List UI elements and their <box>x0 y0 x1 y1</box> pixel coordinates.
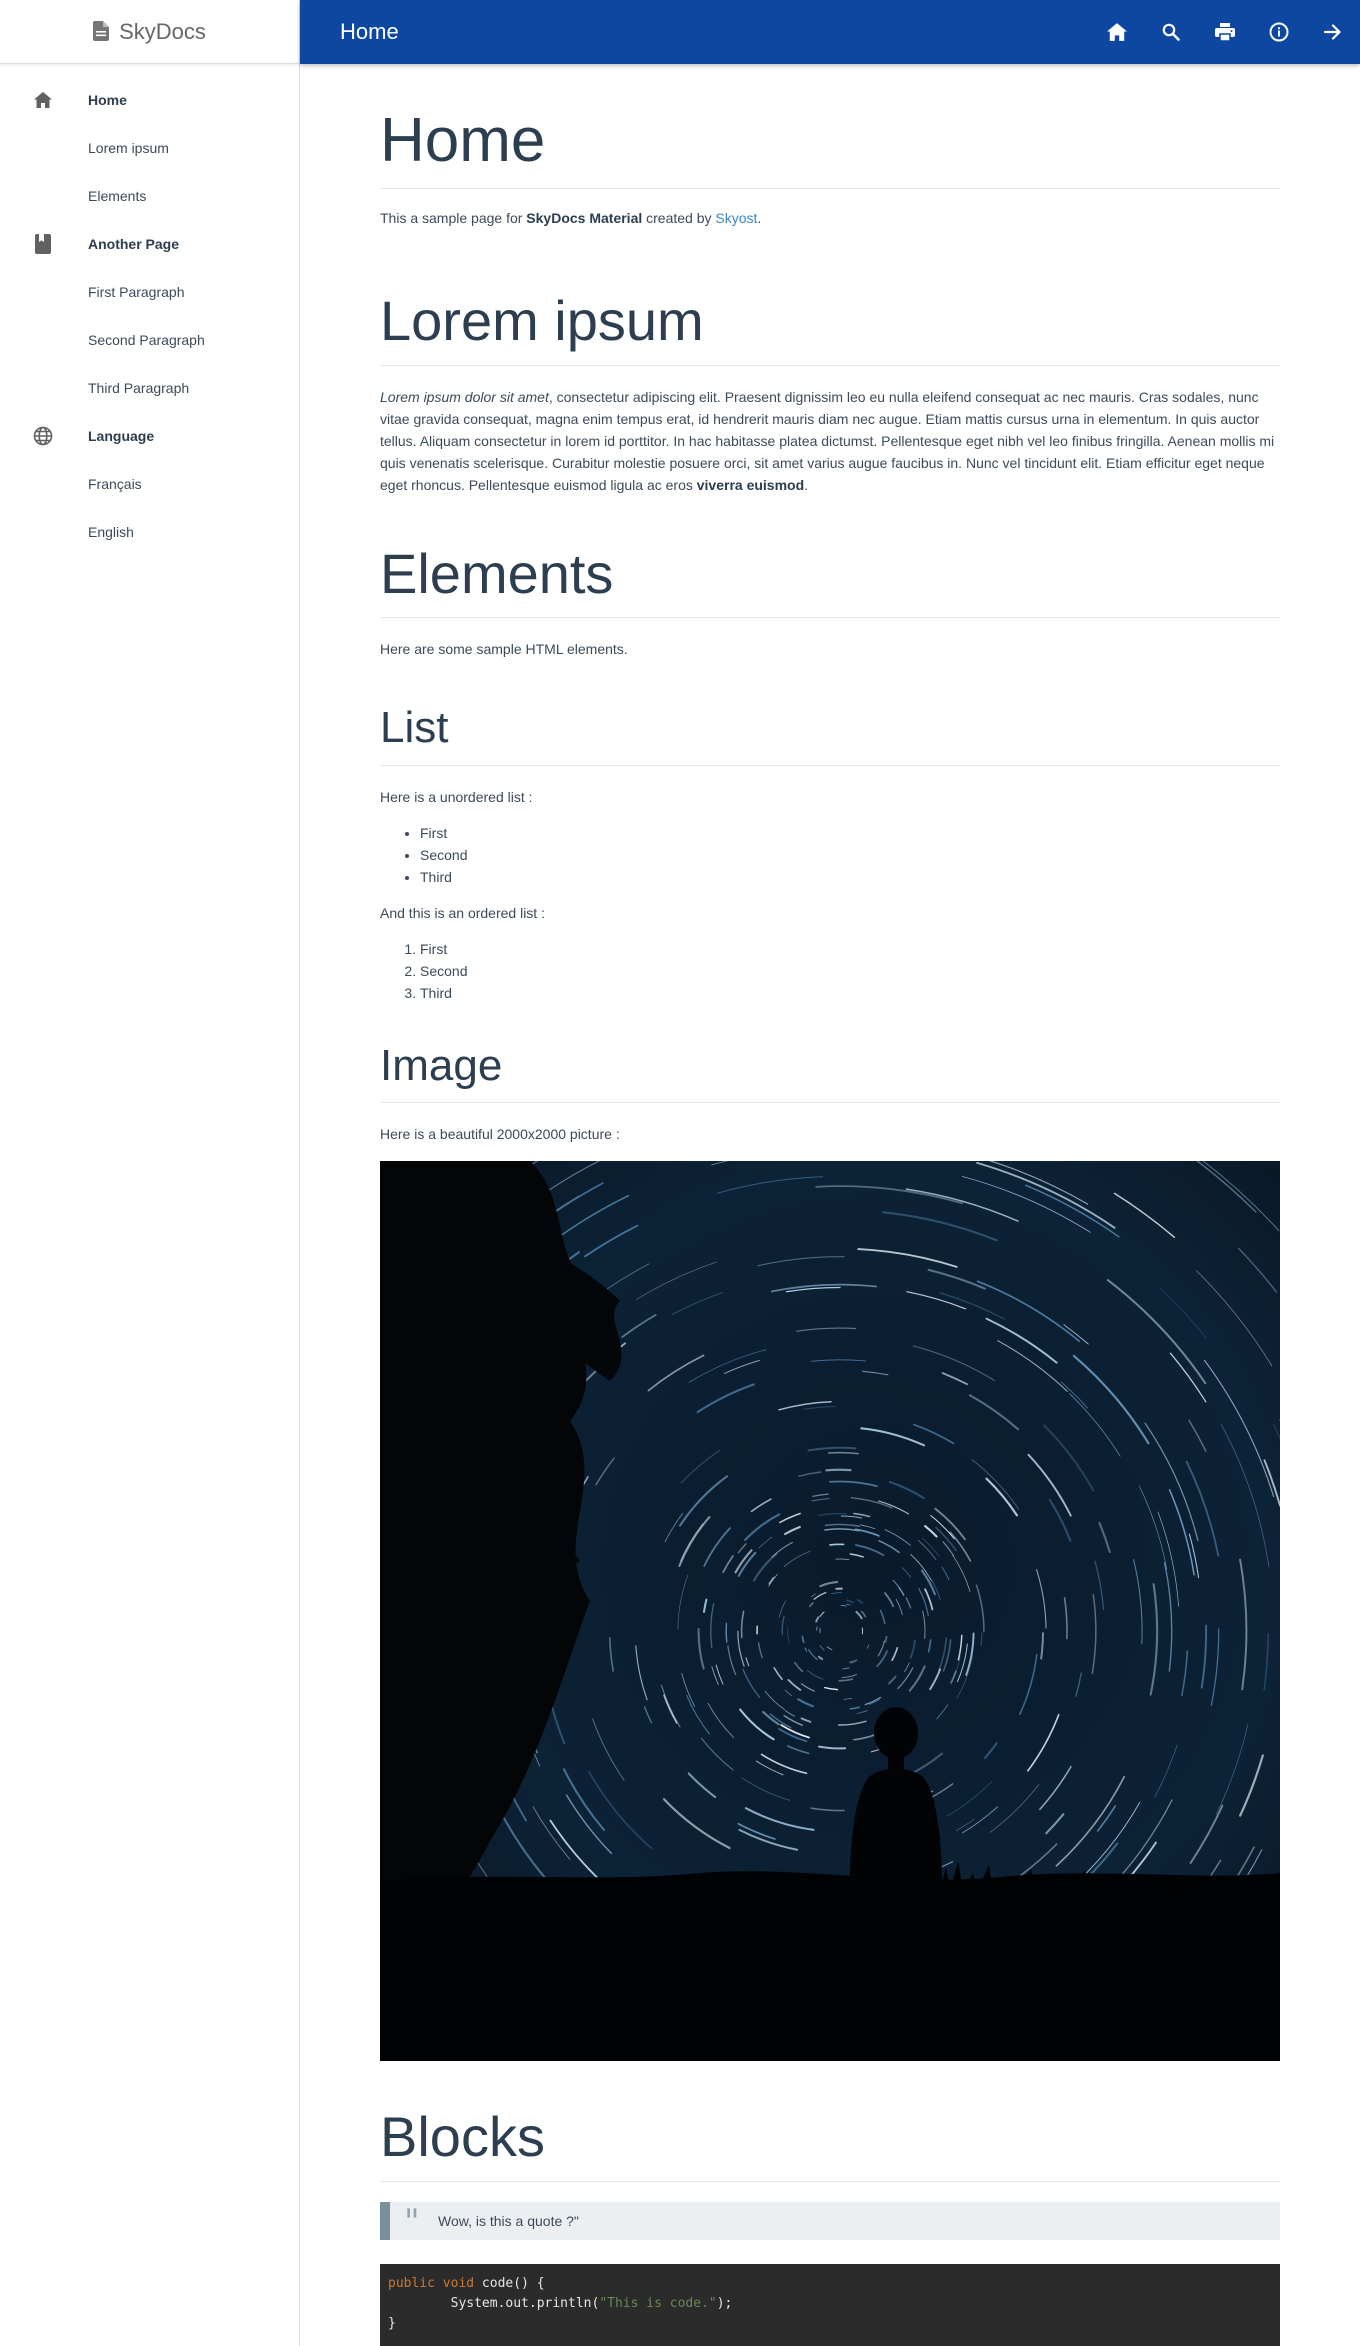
intro-middle: created by <box>642 210 716 227</box>
sidebar-item-elements[interactable]: Elements <box>0 172 299 220</box>
sidebar-item-label: Français <box>88 476 142 492</box>
page-title-bar: Home <box>340 19 399 44</box>
globe-icon <box>32 425 54 447</box>
sidebar: SkyDocs Home Lorem ipsum Elements Anothe… <box>0 0 300 2346</box>
sidebar-item-label: Lorem ipsum <box>88 140 169 156</box>
code-line: } <box>388 2315 396 2331</box>
sidebar-item-language[interactable]: Language <box>0 412 299 460</box>
star-trails-image <box>380 1161 1280 2062</box>
list-item: Third <box>420 866 1280 888</box>
print-button[interactable] <box>1198 0 1252 64</box>
sidebar-item-label: Language <box>88 428 155 444</box>
sidebar-item-home[interactable]: Home <box>0 76 299 124</box>
home-icon <box>32 89 54 111</box>
sidebar-nav: Home Lorem ipsum Elements Another Page F… <box>0 64 299 556</box>
home-button[interactable] <box>1090 0 1144 64</box>
code-string: "This is code." <box>599 2295 717 2311</box>
sidebar-item-label: First Paragraph <box>88 284 185 300</box>
book-icon <box>32 233 54 255</box>
search-button[interactable] <box>1144 0 1198 64</box>
sidebar-item-label: Second Paragraph <box>88 332 205 348</box>
star-trail <box>884 1636 888 1644</box>
main-content: Home This a sample page for SkyDocs Mate… <box>380 64 1280 2346</box>
document-icon <box>93 20 111 43</box>
sidebar-item-second-paragraph[interactable]: Second Paragraph <box>0 316 299 364</box>
topbar-actions <box>1090 0 1360 64</box>
list-item: Second <box>420 844 1280 866</box>
info-button[interactable] <box>1252 0 1306 64</box>
heading-list: List <box>380 702 1280 766</box>
star-trail <box>829 1543 845 1547</box>
star-trail <box>840 1605 847 1607</box>
sidebar-item-another-page[interactable]: Another Page <box>0 220 299 268</box>
next-page-button[interactable] <box>1306 0 1360 64</box>
sidebar-item-third-paragraph[interactable]: Third Paragraph <box>0 364 299 412</box>
ordered-list: First Second Third <box>420 938 1280 1004</box>
sidebar-item-label: Elements <box>88 188 147 204</box>
print-icon <box>1215 23 1235 41</box>
ordered-intro: And this is an ordered list : <box>380 904 545 921</box>
search-icon <box>1162 23 1180 41</box>
home-icon <box>1107 23 1127 41</box>
list-item: First <box>420 938 1280 960</box>
page-title: Home <box>380 104 1280 190</box>
intro-suffix: . <box>757 210 762 227</box>
image-paragraph: Here is a beautiful 2000x2000 picture : <box>380 1126 620 1143</box>
lorem-strong: viverra euismod <box>696 476 805 493</box>
code-block: public void code() { System.out.println(… <box>380 2263 1280 2346</box>
heading-lorem-ipsum: Lorem ipsum <box>380 287 1280 366</box>
star-trails-illustration <box>380 1161 1280 2062</box>
elements-paragraph: Here are some sample HTML elements. <box>380 640 628 657</box>
sidebar-item-francais[interactable]: Français <box>0 460 299 508</box>
brand-name: SkyDocs <box>119 18 206 44</box>
arrow-right-icon <box>1324 24 1341 40</box>
intro-strong: SkyDocs Material <box>526 210 643 227</box>
code-line: ); <box>716 2295 733 2311</box>
code-line: System.out.println( <box>388 2295 600 2311</box>
quote-icon: " <box>404 2201 420 2242</box>
list-item: Second <box>420 960 1280 982</box>
sidebar-item-label: Third Paragraph <box>88 380 190 396</box>
lorem-italic: Lorem ipsum dolor sit amet <box>380 388 549 405</box>
star-trail <box>725 1623 728 1644</box>
lorem-paragraph: Lorem ipsum dolor sit amet, consectetur … <box>380 386 1280 496</box>
top-app-bar: Home <box>300 0 1360 64</box>
sidebar-header[interactable]: SkyDocs <box>0 0 299 64</box>
sidebar-item-label: Home <box>88 92 127 108</box>
skyost-link[interactable]: Skyost <box>715 210 757 226</box>
star-trail <box>980 1632 983 1647</box>
heading-image: Image <box>380 1040 1280 1104</box>
info-icon <box>1269 22 1289 42</box>
list-item: First <box>420 822 1280 844</box>
heading-elements: Elements <box>380 540 1280 618</box>
sidebar-item-lorem-ipsum[interactable]: Lorem ipsum <box>0 124 299 172</box>
code-keyword: public <box>388 2275 435 2291</box>
intro-prefix: This a sample page for <box>380 210 527 227</box>
code-keyword: void <box>442 2275 475 2291</box>
sidebar-item-first-paragraph[interactable]: First Paragraph <box>0 268 299 316</box>
unordered-intro: Here is a unordered list : <box>380 788 533 805</box>
lorem-end: . <box>804 476 809 493</box>
blockquote: " Wow, is this a quote ?" <box>380 2201 1280 2242</box>
star-trail <box>827 1452 859 1455</box>
unordered-list: First Second Third <box>420 822 1280 888</box>
sidebar-item-label: Another Page <box>88 236 180 252</box>
sidebar-item-label: English <box>88 524 134 540</box>
intro-paragraph: This a sample page for SkyDocs Material … <box>380 207 1280 229</box>
heading-blocks: Blocks <box>380 2103 1280 2182</box>
quote-text: Wow, is this a quote ?" <box>438 2212 579 2229</box>
list-item: Third <box>420 982 1280 1004</box>
star-trail <box>825 1469 852 1472</box>
sidebar-item-english[interactable]: English <box>0 508 299 556</box>
code-signature: code() { <box>474 2275 545 2291</box>
